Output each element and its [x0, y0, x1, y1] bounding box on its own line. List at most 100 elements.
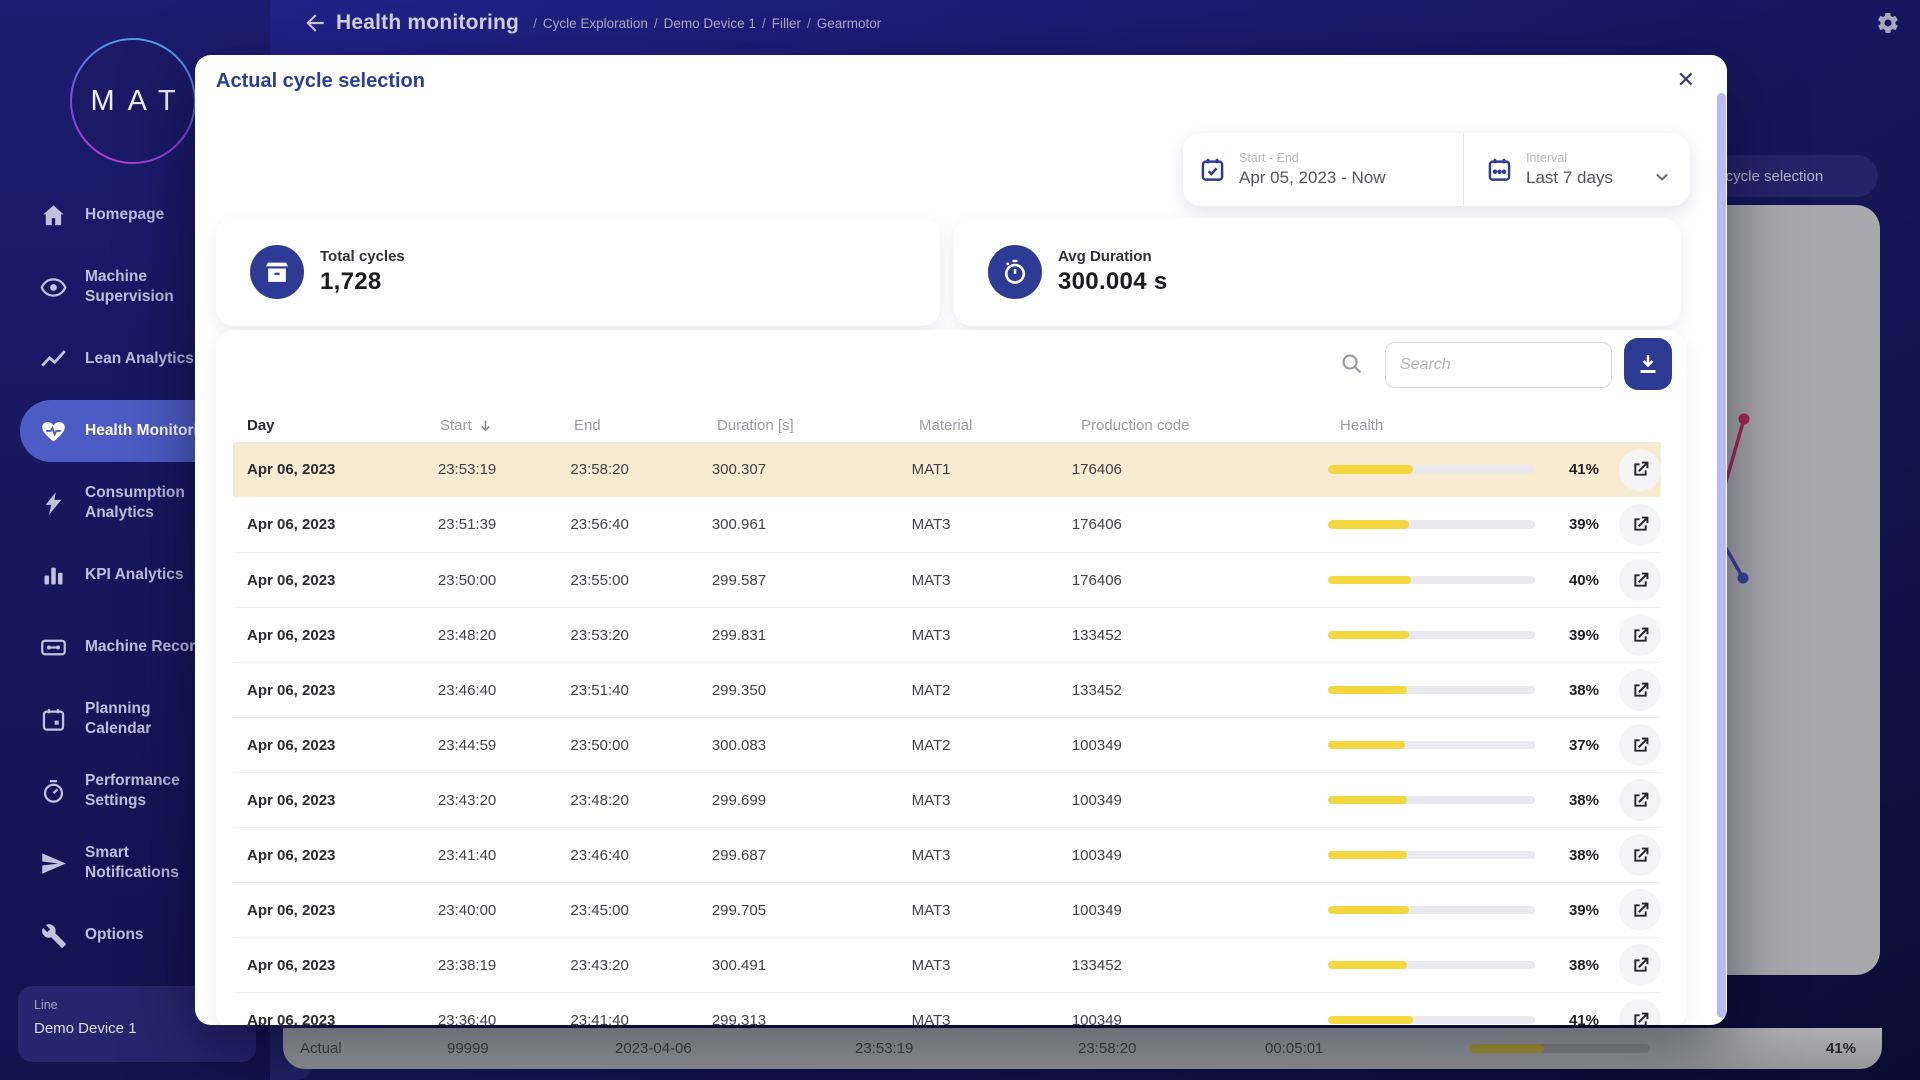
open-cycle-button[interactable] [1619, 559, 1661, 601]
open-cycle-button[interactable] [1619, 834, 1661, 876]
open-cycle-button[interactable] [1619, 449, 1661, 491]
wrench-icon [40, 922, 67, 949]
open-in-new-icon [1630, 900, 1651, 921]
cell-day: Apr 06, 2023 [247, 627, 438, 644]
breadcrumb-item[interactable]: Demo Device 1 [664, 16, 756, 31]
column-production-code[interactable]: Production code [1081, 417, 1340, 434]
cell-start: 23:53:19 [438, 461, 571, 478]
breadcrumb-item[interactable]: Cycle Exploration [543, 16, 648, 31]
health-bar [1328, 686, 1535, 695]
open-in-new-icon [1630, 459, 1651, 480]
table-row[interactable]: Apr 06, 202323:36:4023:41:40299.313MAT31… [233, 992, 1661, 1025]
close-icon[interactable]: ✕ [1677, 67, 1695, 93]
health-fill [1470, 1044, 1544, 1053]
table-row[interactable]: Apr 06, 202323:53:1923:58:20300.307MAT11… [233, 442, 1661, 497]
open-cycle-button[interactable] [1619, 944, 1661, 986]
open-in-new-icon [1630, 955, 1651, 976]
breadcrumb-item[interactable]: Gearmotor [817, 16, 882, 31]
cell-production-code: 133452 [1072, 957, 1328, 974]
cell-health: 40% [1328, 559, 1661, 601]
cell-duration: 299.350 [712, 682, 912, 699]
cell-production-code: 176406 [1072, 572, 1328, 589]
open-cycle-button[interactable] [1619, 614, 1661, 656]
cell-start: 23:43:20 [438, 792, 571, 809]
avg-duration-label: Avg Duration [1058, 248, 1167, 265]
back-arrow-icon[interactable] [302, 10, 328, 36]
column-start[interactable]: Start [440, 417, 574, 434]
table-row[interactable]: Apr 06, 202323:43:2023:48:20299.699MAT31… [233, 772, 1661, 827]
open-cycle-button[interactable] [1619, 779, 1661, 821]
cassette-icon [40, 634, 67, 661]
breadcrumb-separator: / [654, 16, 658, 31]
cell-duration: 299.705 [712, 902, 912, 919]
table-row[interactable]: Apr 06, 202323:40:0023:45:00299.705MAT31… [233, 882, 1661, 937]
cell-production-code: 133452 [1072, 682, 1328, 699]
open-cycle-button[interactable] [1619, 504, 1661, 546]
avg-duration-card: Avg Duration 300.004 s [954, 218, 1681, 326]
column-end[interactable]: End [574, 417, 717, 434]
calendar-icon [40, 706, 67, 733]
table-row[interactable]: Apr 06, 202323:50:0023:55:00299.587MAT31… [233, 552, 1661, 607]
open-in-new-icon [1630, 790, 1651, 811]
sidebar-item-label: Performance Settings [85, 771, 180, 811]
health-fill [1328, 741, 1405, 750]
open-cycle-button[interactable] [1619, 724, 1661, 766]
column-health[interactable]: Health [1340, 417, 1383, 434]
breadcrumb-separator: / [807, 16, 811, 31]
logo-text: MAT [72, 40, 194, 162]
cell-material: MAT3 [912, 957, 1072, 974]
chevron-down-icon[interactable] [1652, 167, 1672, 187]
column-material[interactable]: Material [919, 417, 1081, 434]
health-bar [1328, 465, 1535, 474]
cycle-count: 99999 [447, 1040, 489, 1057]
interval-value: Last 7 days [1526, 168, 1613, 188]
cell-material: MAT3 [912, 792, 1072, 809]
cell-health: 41% [1328, 999, 1661, 1025]
table-row[interactable]: Apr 06, 202323:46:4023:51:40299.350MAT21… [233, 662, 1661, 717]
open-cycle-button[interactable] [1619, 889, 1661, 931]
cell-start: 23:48:20 [438, 627, 571, 644]
breadcrumb-item[interactable]: Filler [772, 16, 801, 31]
health-bar [1328, 961, 1535, 970]
cell-health: 37% [1328, 724, 1661, 766]
cell-day: Apr 06, 2023 [247, 461, 438, 478]
cell-duration: 300.491 [712, 957, 912, 974]
health-percent: 38% [1543, 957, 1599, 974]
modal-scrollbar[interactable] [1717, 93, 1726, 1018]
search-input[interactable] [1385, 342, 1612, 388]
calendar-dots-icon [1486, 156, 1513, 183]
health-percent: 41% [1826, 1040, 1856, 1057]
gear-icon[interactable] [1876, 11, 1900, 35]
cell-day: Apr 06, 2023 [247, 682, 438, 699]
cell-material: MAT3 [912, 902, 1072, 919]
cell-end: 23:55:00 [570, 572, 711, 589]
cell-health: 39% [1328, 889, 1661, 931]
cell-day: Apr 06, 2023 [247, 792, 438, 809]
cycle-date: 2023-04-06 [615, 1040, 692, 1057]
cell-end: 23:51:40 [570, 682, 711, 699]
total-cycles-label: Total cycles [320, 248, 405, 265]
open-in-new-icon [1630, 680, 1651, 701]
sidebar-item-label: Planning Calendar [85, 699, 151, 739]
cell-duration: 300.307 [712, 461, 912, 478]
gauge-icon [40, 778, 67, 805]
table-row[interactable]: Apr 06, 202323:44:5923:50:00300.083MAT21… [233, 717, 1661, 772]
table-row[interactable]: Apr 06, 202323:48:2023:53:20299.831MAT31… [233, 607, 1661, 662]
health-fill [1328, 631, 1409, 640]
table-row[interactable]: Apr 06, 202323:38:1923:43:20300.491MAT31… [233, 937, 1661, 992]
cell-duration: 299.687 [712, 847, 912, 864]
download-button[interactable] [1624, 338, 1672, 390]
column-duration[interactable]: Duration [s] [717, 417, 919, 434]
cell-material: MAT3 [912, 627, 1072, 644]
date-range-picker[interactable]: Start - End Apr 05, 2023 - Now [1183, 133, 1463, 206]
table-row[interactable]: Apr 06, 202323:41:4023:46:40299.687MAT31… [233, 827, 1661, 882]
open-cycle-button[interactable] [1619, 669, 1661, 711]
health-percent: 41% [1543, 461, 1599, 478]
column-day[interactable]: Day [247, 417, 440, 434]
table-row[interactable]: Apr 06, 202323:51:3923:56:40300.961MAT31… [233, 497, 1661, 552]
cell-health: 38% [1328, 834, 1661, 876]
background-cycle-row: Actual 99999 2023-04-06 23:53:19 23:58:2… [283, 1028, 1882, 1069]
open-cycle-button[interactable] [1619, 999, 1661, 1025]
cell-health: 41% [1328, 449, 1661, 491]
interval-select[interactable]: Interval Last 7 days [1463, 133, 1690, 206]
